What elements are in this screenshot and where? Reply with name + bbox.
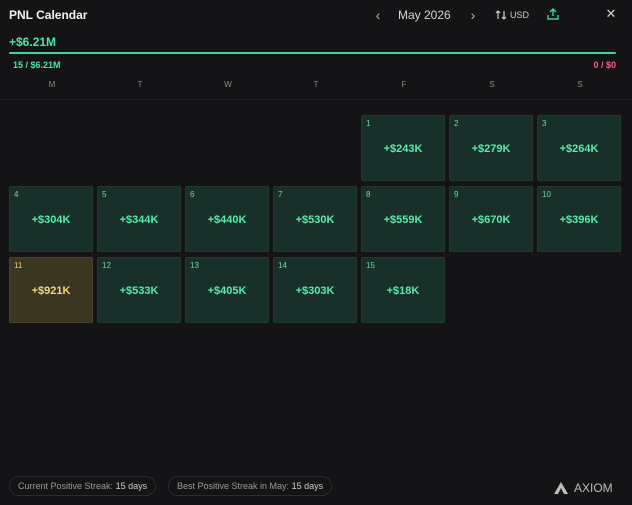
day-number: 6 <box>190 190 195 199</box>
positive-summary: 15 / $6.21M <box>13 60 61 70</box>
best-streak-label: Best Positive Streak in May: <box>177 481 290 491</box>
day-pnl: +$304K <box>31 214 71 226</box>
day-pnl: +$670K <box>471 214 511 226</box>
day-cell[interactable]: 5 +$344K <box>97 186 181 252</box>
day-cell[interactable]: 12 +$533K <box>97 257 181 323</box>
swap-vertical-icon <box>495 10 507 20</box>
day-cell[interactable]: 2 +$279K <box>449 115 533 181</box>
day-cell[interactable]: 8 +$559K <box>361 186 445 252</box>
share-button[interactable] <box>546 7 560 21</box>
negative-summary: 0 / $0 <box>593 60 616 70</box>
day-number: 11 <box>14 261 23 270</box>
weekday-sat: S <box>489 80 495 89</box>
current-streak-badge: Current Positive Streak: 15 days <box>9 476 157 496</box>
chevron-left-icon[interactable]: ‹ <box>371 6 385 24</box>
day-cell[interactable]: 10 +$396K <box>537 186 621 252</box>
day-cell[interactable]: 14 +$303K <box>273 257 357 323</box>
day-pnl: +$396K <box>559 214 599 226</box>
day-number: 15 <box>366 261 375 270</box>
currency-label: USD <box>510 10 530 20</box>
day-cell[interactable]: 13 +$405K <box>185 257 269 323</box>
pnl-progress-bar <box>9 52 616 54</box>
day-number: 5 <box>102 190 107 199</box>
close-icon[interactable]: ✕ <box>604 6 618 22</box>
day-cell[interactable]: 1 +$243K <box>361 115 445 181</box>
day-number: 12 <box>102 261 111 270</box>
weekday-fri: F <box>401 80 407 89</box>
day-pnl: +$18K <box>386 285 420 297</box>
day-number: 10 <box>542 190 551 199</box>
month-label: May 2026 <box>398 8 451 22</box>
weekday-thu: T <box>313 80 319 89</box>
current-streak-value: 15 days <box>115 481 148 491</box>
day-pnl: +$344K <box>119 214 159 226</box>
brand-logo: AXIOM <box>553 479 613 497</box>
day-pnl: +$921K <box>31 285 71 297</box>
day-cell[interactable]: 9 +$670K <box>449 186 533 252</box>
day-pnl: +$243K <box>383 143 423 155</box>
axiom-logo-icon <box>554 482 568 494</box>
best-streak-badge: Best Positive Streak in May: 15 days <box>168 476 333 496</box>
day-cell[interactable]: 15 +$18K <box>361 257 445 323</box>
chevron-right-icon[interactable]: › <box>466 6 480 24</box>
day-number: 8 <box>366 190 371 199</box>
total-pnl: +$6.21M <box>9 35 57 49</box>
weekday-mon: M <box>48 80 56 89</box>
day-cell[interactable]: 7 +$530K <box>273 186 357 252</box>
day-number: 2 <box>454 119 459 128</box>
day-number: 1 <box>366 119 371 128</box>
day-cell[interactable]: 3 +$264K <box>537 115 621 181</box>
day-pnl: +$440K <box>207 214 247 226</box>
day-number: 7 <box>278 190 283 199</box>
header: PNL Calendar ‹ May 2026 › USD ✕ <box>0 0 632 30</box>
page-title: PNL Calendar <box>9 8 88 22</box>
weekday-wed: W <box>224 80 232 89</box>
day-pnl: +$559K <box>383 214 423 226</box>
day-number: 9 <box>454 190 459 199</box>
day-number: 13 <box>190 261 199 270</box>
day-pnl: +$303K <box>295 285 335 297</box>
day-pnl: +$405K <box>207 285 247 297</box>
weekday-sun: S <box>577 80 583 89</box>
day-number: 14 <box>278 261 287 270</box>
day-pnl: +$264K <box>559 143 599 155</box>
best-streak-value: 15 days <box>291 481 324 491</box>
day-number: 3 <box>542 119 547 128</box>
day-pnl: +$279K <box>471 143 511 155</box>
day-cell[interactable]: 4 +$304K <box>9 186 93 252</box>
day-cell-best[interactable]: 11 +$921K <box>9 257 93 323</box>
weekday-tue: T <box>137 80 143 89</box>
day-number: 4 <box>14 190 19 199</box>
currency-toggle[interactable]: USD <box>495 7 529 23</box>
day-pnl: +$530K <box>295 214 335 226</box>
divider <box>0 99 632 100</box>
share-upload-icon <box>547 8 559 20</box>
day-pnl: +$533K <box>119 285 159 297</box>
current-streak-label: Current Positive Streak: <box>18 481 114 491</box>
day-cell[interactable]: 6 +$440K <box>185 186 269 252</box>
brand-name: AXIOM <box>574 481 613 495</box>
